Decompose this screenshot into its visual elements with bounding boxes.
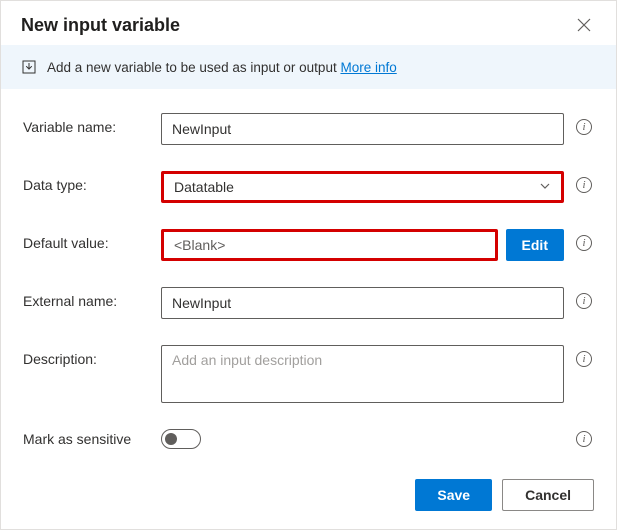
close-icon [577,18,591,32]
banner-text: Add a new variable to be used as input o… [47,60,397,75]
default-value-input[interactable]: <Blank> [161,229,498,261]
variable-name-input[interactable] [161,113,564,145]
dialog-form: Variable name: i Data type: Datatable i … [1,89,616,461]
info-icon[interactable]: i [576,235,592,251]
edit-button[interactable]: Edit [506,229,564,261]
info-icon[interactable]: i [576,351,592,367]
description-row: Description: i [23,345,594,403]
cancel-button[interactable]: Cancel [502,479,594,511]
description-input[interactable] [161,345,564,403]
new-input-variable-dialog: New input variable Add a new variable to… [0,0,617,530]
variable-name-label: Variable name: [23,113,151,135]
info-icon[interactable]: i [576,293,592,309]
data-type-row: Data type: Datatable i [23,171,594,203]
dialog-footer: Save Cancel [1,461,616,529]
more-info-link[interactable]: More info [340,60,396,75]
download-icon [21,59,37,75]
default-value-text: <Blank> [174,237,225,253]
data-type-value: Datatable [174,179,234,195]
sensitive-toggle[interactable] [161,429,201,449]
external-name-input[interactable] [161,287,564,319]
description-label: Description: [23,345,151,367]
dialog-title: New input variable [21,15,180,36]
external-name-label: External name: [23,287,151,309]
info-banner: Add a new variable to be used as input o… [1,45,616,89]
close-button[interactable] [572,13,596,37]
default-value-row: Default value: <Blank> Edit i [23,229,594,261]
default-value-label: Default value: [23,229,151,251]
external-name-row: External name: i [23,287,594,319]
chevron-down-icon [539,179,551,195]
sensitive-label: Mark as sensitive [23,431,151,447]
save-button[interactable]: Save [415,479,492,511]
data-type-select[interactable]: Datatable [161,171,564,203]
info-icon[interactable]: i [576,177,592,193]
info-icon[interactable]: i [576,431,592,447]
dialog-header: New input variable [1,1,616,45]
data-type-label: Data type: [23,171,151,193]
variable-name-row: Variable name: i [23,113,594,145]
info-icon[interactable]: i [576,119,592,135]
toggle-knob [165,433,177,445]
sensitive-row: Mark as sensitive i [23,429,594,449]
